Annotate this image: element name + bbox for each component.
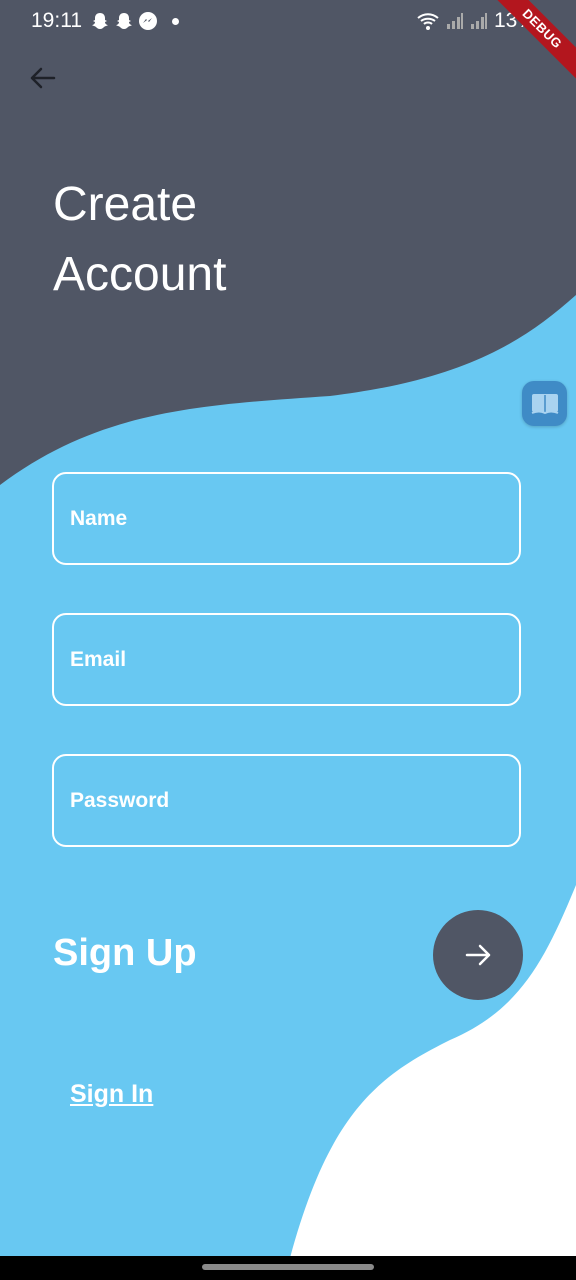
more-notifications-dot-icon [172,17,179,25]
signup-submit-button[interactable] [433,910,523,1000]
snapchat-icon [116,13,132,29]
name-input[interactable] [54,474,519,563]
back-button[interactable] [22,58,62,98]
page-title: Create Account [53,170,226,310]
email-input[interactable] [54,615,519,704]
signin-link[interactable]: Sign In [70,1080,153,1109]
back-arrow-icon [30,67,56,89]
notification-icons [90,11,179,31]
status-bar: 19:11 13% DEBUG [0,0,576,87]
arrow-right-icon [465,944,491,966]
snapchat-icon [92,13,108,29]
signal-icon [446,13,463,29]
book-icon [531,393,558,414]
floating-dictionary-button[interactable] [522,381,567,426]
password-input[interactable] [54,756,519,845]
page-title-line-2: Account [53,248,227,301]
name-field [52,472,521,565]
password-field [52,754,521,847]
wifi-icon [417,13,439,30]
signal-icon [470,13,487,29]
page-title-line-1: Create [53,178,198,231]
system-nav-bar [0,1256,576,1280]
status-time: 19:11 [31,9,82,32]
home-indicator[interactable] [202,1264,374,1270]
signup-label: Sign Up [53,932,197,974]
messenger-icon [139,12,157,30]
email-field [52,613,521,706]
